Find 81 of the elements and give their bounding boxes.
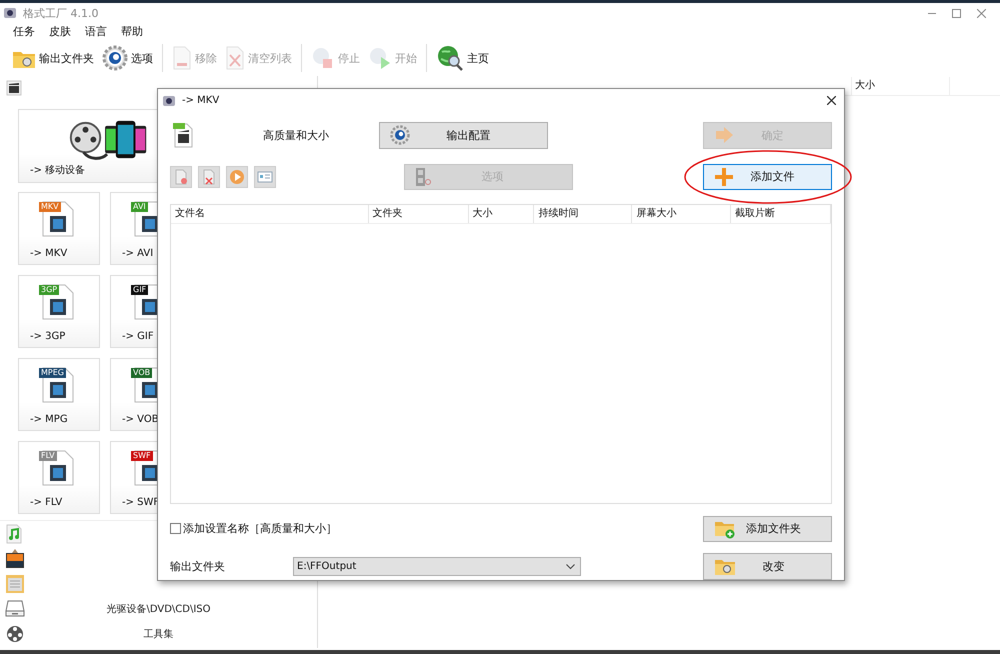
format-tag: MKV: [39, 202, 61, 212]
toolbar-button[interactable]: 选项: [100, 45, 155, 71]
column-header[interactable]: 持续时间: [534, 205, 632, 224]
clapperboard-icon: [6, 80, 22, 96]
category-item[interactable]: 工具集: [144, 626, 174, 640]
output-settings-button[interactable]: 输出配置: [379, 122, 548, 149]
disc-drive-icon: [5, 599, 25, 617]
column-header[interactable]: 大小: [852, 77, 950, 95]
tile-label: -> MPG: [30, 414, 68, 425]
output-folder-dropdown[interactable]: E:\FFOutput: [293, 557, 581, 576]
column-header[interactable]: 大小: [468, 205, 534, 224]
stop-icon: [311, 46, 335, 70]
film-reel-icon: [5, 624, 25, 644]
film-file-icon: [41, 283, 75, 321]
settings-icon: [102, 45, 128, 71]
tile-label: -> 移动设备: [30, 164, 86, 177]
close-icon: [827, 96, 836, 106]
close-icon: [977, 8, 986, 18]
format-tile[interactable]: FLV -> FLV: [18, 441, 100, 514]
toolbar-button[interactable]: 输出文件夹: [10, 47, 96, 69]
tool-button[interactable]: [170, 166, 192, 188]
app-icon: [3, 6, 17, 20]
change-button[interactable]: 改变: [703, 553, 832, 580]
maximize-icon: [952, 8, 961, 18]
info-card-icon: [257, 170, 273, 184]
tile-label: -> FLV: [30, 497, 62, 508]
format-tag: AVI: [131, 202, 148, 212]
document-x-icon: [225, 46, 245, 70]
tile-label: -> SWF: [122, 497, 160, 508]
format-tag: FLV: [39, 451, 57, 461]
tool-button[interactable]: [226, 166, 248, 188]
format-tag: 3GP: [39, 285, 60, 295]
field-label: 输出文件夹: [170, 559, 226, 574]
menu-item[interactable]: 语言: [85, 24, 107, 39]
menu-item[interactable]: 皮肤: [49, 24, 71, 39]
menu-item[interactable]: 帮助: [121, 24, 143, 39]
format-tile[interactable]: 3GP -> 3GP: [18, 275, 100, 348]
sunset-picture-icon: [5, 549, 25, 569]
dialog-title: -> MKV: [182, 95, 220, 106]
column-header[interactable]: 截取片断: [731, 205, 831, 224]
preset-name: 高质量和大小: [262, 128, 330, 143]
format-tag: SWF: [131, 451, 153, 461]
column-header[interactable]: 文件夹: [368, 205, 469, 224]
globe-search-icon: [436, 44, 464, 72]
format-tag: VOB: [131, 368, 152, 378]
minimize-icon: [928, 12, 936, 14]
tool-button[interactable]: [254, 166, 276, 188]
play-icon: [229, 168, 245, 185]
music-note-icon: [5, 524, 23, 544]
clapperboard-file-icon: [173, 122, 193, 148]
film-file-icon: [41, 449, 75, 487]
menu-item[interactable]: 任务: [13, 24, 35, 39]
plus-icon: [714, 166, 734, 187]
column-header[interactable]: 屏幕大小: [632, 205, 732, 224]
document-minus-icon: [174, 168, 188, 185]
window-title: 格式工厂 4.1.0: [23, 6, 98, 20]
document-x-icon: [202, 168, 216, 185]
document-icon: [5, 574, 25, 594]
format-tag: MPEG: [39, 368, 66, 378]
folder-icon: [714, 558, 736, 576]
tile-label: -> GIF: [122, 331, 154, 342]
format-tag: GIF: [131, 285, 148, 295]
format-tile[interactable]: MKV -> MKV: [18, 192, 100, 265]
tool-button[interactable]: [198, 166, 220, 188]
tile-label: -> MKV: [30, 248, 68, 259]
toolbar-button[interactable]: 主页: [434, 44, 491, 72]
add-file-button[interactable]: 添加文件: [703, 164, 832, 190]
format-tile[interactable]: MPEG -> MPG: [18, 358, 100, 431]
add-folder-button[interactable]: 添加文件夹: [703, 516, 832, 542]
column-header[interactable]: 文件名: [171, 205, 369, 224]
category-item[interactable]: 光驱设备\DVD\CD\ISO: [106, 602, 211, 616]
document-minus-icon: [172, 46, 192, 70]
tile-label: -> 3GP: [30, 331, 66, 342]
settings-icon: [390, 125, 410, 146]
arrow-right-icon: [714, 126, 734, 144]
tile-label: -> AVI: [122, 248, 154, 259]
film-scissors-icon: [415, 166, 433, 187]
play-icon: [368, 46, 392, 70]
checkbox[interactable]: 添加设置名称［高质量和大小］: [170, 521, 337, 536]
chevron-down-icon: [566, 564, 575, 570]
app-icon: [162, 94, 176, 108]
